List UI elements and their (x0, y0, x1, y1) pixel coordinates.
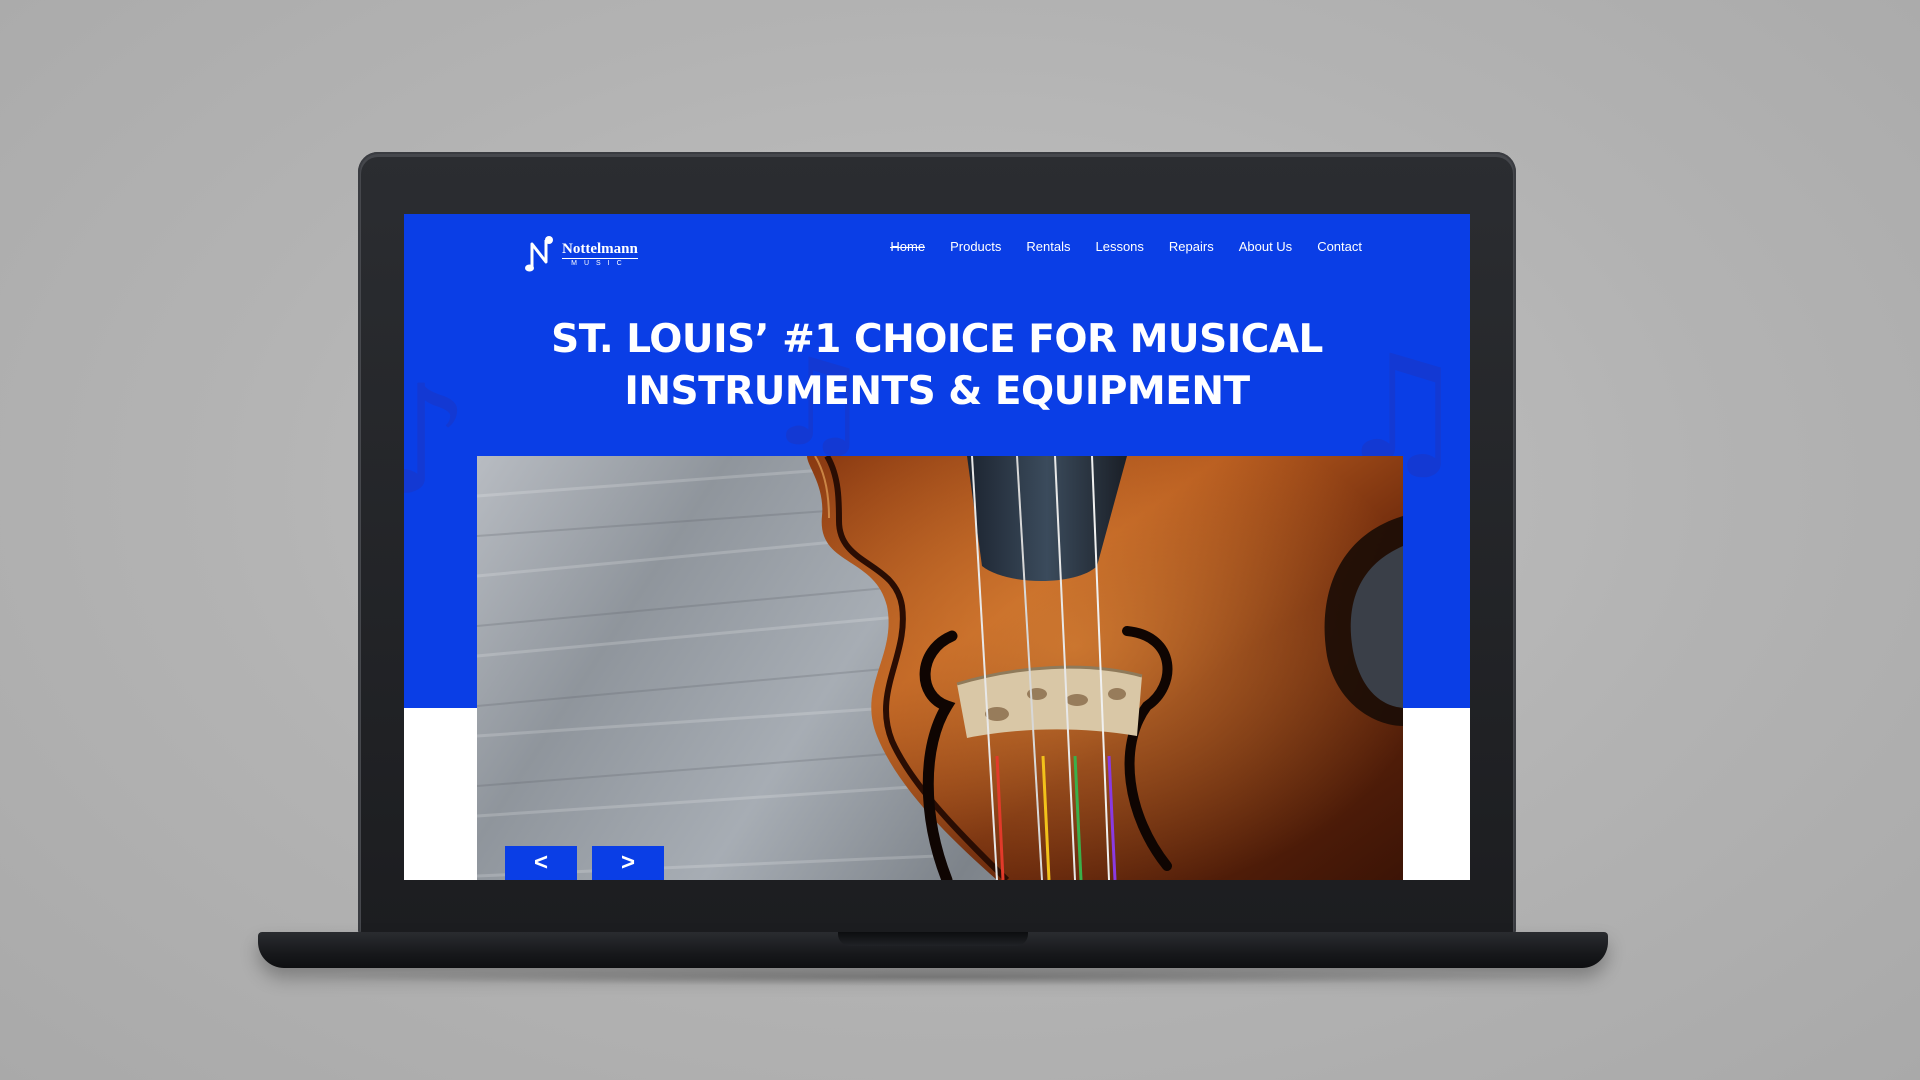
laptop-shadow (300, 968, 1566, 986)
nav-contact[interactable]: Contact (1317, 239, 1362, 254)
music-note-logo-icon (525, 236, 553, 272)
nav-products[interactable]: Products (950, 239, 1001, 254)
slider-next-button[interactable]: > (592, 846, 664, 880)
nav-repairs[interactable]: Repairs (1169, 239, 1214, 254)
slider-prev-button[interactable]: < (505, 846, 577, 880)
violin-closeup-photo (477, 456, 1403, 880)
hero-title: ST. LOUIS’ #1 CHOICE FOR MUSICAL INSTRUM… (404, 314, 1470, 418)
nav-rentals[interactable]: Rentals (1026, 239, 1070, 254)
nav-home[interactable]: Home (890, 239, 925, 254)
brand-subtitle: MUSIC (571, 259, 629, 267)
nav-about-us[interactable]: About Us (1239, 239, 1292, 254)
hero-title-line-1: ST. LOUIS’ #1 CHOICE FOR MUSICAL (551, 317, 1323, 362)
main-nav: Home Products Rentals Lessons Repairs Ab… (865, 239, 1362, 254)
website-screen: ♪ ♫ ♫ Nottelmann MUSIC Home Products Ren… (404, 214, 1470, 880)
nav-lessons[interactable]: Lessons (1095, 239, 1143, 254)
brand-name: Nottelmann (562, 240, 638, 259)
hero-title-line-2: INSTRUMENTS & EQUIPMENT (624, 369, 1250, 414)
laptop-hinge-notch (838, 932, 1028, 946)
brand-logo[interactable]: Nottelmann MUSIC (524, 234, 638, 274)
